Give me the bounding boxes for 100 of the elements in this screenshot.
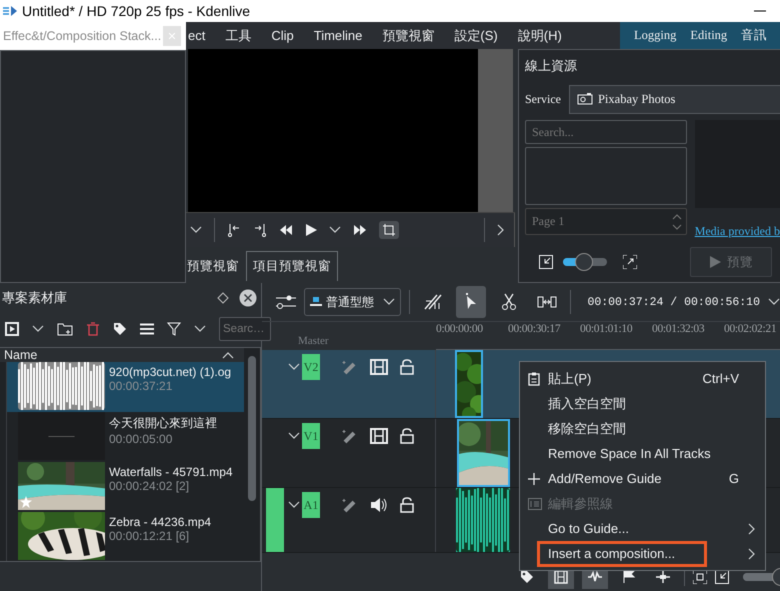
chevron-down-icon[interactable] bbox=[32, 325, 44, 333]
pointer-icon[interactable] bbox=[464, 293, 478, 311]
chevron-down-icon[interactable] bbox=[288, 501, 300, 509]
chevron-down-icon[interactable] bbox=[288, 432, 300, 440]
track-header[interactable]: V2 bbox=[262, 350, 436, 418]
bin-item[interactable]: Waterfalls - 45791.mp4 00:00:24:02 [2] bbox=[6, 462, 244, 512]
search-field[interactable]: Searc… bbox=[219, 317, 271, 341]
menu-item[interactable]: 移除空白空間 bbox=[520, 416, 765, 441]
chevron-down-icon[interactable] bbox=[194, 325, 206, 333]
track-target[interactable] bbox=[266, 488, 284, 552]
set-in-icon[interactable] bbox=[227, 223, 241, 237]
multitrack-cut-icon[interactable] bbox=[422, 293, 443, 311]
bin-item[interactable]: Zebra - 44236.mp4 00:00:12:21 [6] bbox=[6, 512, 244, 561]
close-icon[interactable] bbox=[239, 289, 257, 307]
monitor-tab[interactable]: 項目預覽視窗 bbox=[246, 251, 338, 281]
menu-item[interactable]: 插入空白空間 bbox=[520, 391, 765, 416]
chevron-down-icon[interactable] bbox=[190, 226, 202, 234]
camera-icon bbox=[576, 93, 593, 105]
menu-item[interactable]: Add/Remove Guide G bbox=[520, 466, 765, 491]
chevron-down-icon[interactable] bbox=[382, 298, 395, 306]
chevron-right-icon bbox=[748, 522, 755, 534]
service-dropdown[interactable]: Pixabay Photos bbox=[568, 84, 780, 114]
menu-item[interactable]: Go to Guide... bbox=[520, 516, 765, 541]
column-header[interactable]: Name bbox=[4, 348, 38, 362]
timecode: 00:00:37:24 / 00:00:56:10 bbox=[587, 296, 760, 308]
panel-title: Effec&t/Composition Stack... bbox=[3, 29, 162, 43]
monitor-tab[interactable]: 預覽視窗 bbox=[186, 251, 246, 281]
lock-icon[interactable] bbox=[400, 359, 414, 375]
chevron-down-icon[interactable] bbox=[329, 226, 341, 234]
menu-item[interactable]: Clip bbox=[261, 28, 304, 43]
track-header[interactable]: V1 bbox=[262, 419, 436, 487]
zoom-slider[interactable] bbox=[563, 253, 607, 271]
effects-wand-icon[interactable] bbox=[342, 497, 358, 513]
flag-icon bbox=[622, 570, 636, 584]
chevron-down-icon[interactable] bbox=[768, 298, 780, 306]
rewind-icon[interactable] bbox=[279, 224, 293, 236]
play-icon[interactable] bbox=[305, 224, 317, 236]
lock-icon[interactable] bbox=[400, 497, 414, 513]
bin-item[interactable]: 920(mp3cut.net) (1).og 00:00:37:21 bbox=[6, 362, 244, 412]
video-clip[interactable] bbox=[457, 419, 510, 487]
layout-tab[interactable]: Editing bbox=[690, 28, 728, 43]
effects-wand-icon[interactable] bbox=[342, 428, 358, 444]
menu-item[interactable]: 工具 bbox=[215, 26, 262, 44]
float-icon[interactable] bbox=[217, 292, 229, 304]
bin-item[interactable]: 今天很開心來到這裡 00:00:05:00 bbox=[6, 412, 244, 462]
scissors-icon[interactable] bbox=[500, 293, 518, 311]
scrollbar[interactable] bbox=[248, 356, 256, 501]
spacer-icon[interactable] bbox=[537, 296, 558, 308]
menu-item[interactable]: ect bbox=[186, 28, 216, 43]
menu-item[interactable]: Remove Space In All Tracks bbox=[520, 441, 765, 466]
effects-wand-icon[interactable] bbox=[342, 359, 358, 375]
menu-item[interactable]: Insert a composition... bbox=[520, 541, 765, 566]
layout-tab[interactable]: Logging bbox=[634, 28, 676, 43]
filter-icon[interactable] bbox=[167, 322, 181, 336]
marker-icon bbox=[655, 570, 671, 584]
clip-name: Waterfalls - 45791.mp4 bbox=[109, 465, 233, 479]
menu-item[interactable]: 貼上(P) Ctrl+V bbox=[520, 366, 765, 391]
audio-clip[interactable] bbox=[456, 488, 510, 552]
set-out-icon[interactable] bbox=[253, 223, 267, 237]
app-icon bbox=[2, 5, 18, 17]
clip-name: Zebra - 44236.mp4 bbox=[109, 515, 212, 529]
menu-item[interactable]: 預覽視窗 bbox=[372, 26, 444, 44]
page-spinbox[interactable]: Page 1 bbox=[525, 208, 687, 235]
track-name[interactable]: V1 bbox=[302, 423, 320, 449]
menu-item[interactable]: 說明(H) bbox=[508, 26, 572, 44]
speaker-icon[interactable] bbox=[370, 497, 388, 513]
track-name[interactable]: A1 bbox=[302, 492, 320, 518]
clip-duration: 00:00:37:21 bbox=[109, 379, 174, 393]
menu-item[interactable]: Timeline bbox=[304, 28, 372, 43]
clip-icon[interactable] bbox=[5, 322, 19, 336]
provider-link[interactable]: Media provided b bbox=[694, 224, 780, 239]
close-icon bbox=[169, 33, 176, 39]
selection-tool-button[interactable] bbox=[456, 286, 486, 318]
video-clip[interactable] bbox=[455, 350, 483, 418]
panel-title: 專案素材庫 bbox=[2, 289, 67, 307]
search-field[interactable]: Search... bbox=[525, 120, 687, 144]
clip-name: 920(mp3cut.net) (1).og bbox=[109, 365, 232, 379]
zoom-button[interactable] bbox=[379, 221, 399, 239]
add-folder-icon[interactable] bbox=[57, 322, 73, 336]
track-header[interactable]: A1 bbox=[262, 488, 436, 552]
track-settings-icon[interactable] bbox=[276, 294, 296, 310]
chevron-down-icon[interactable] bbox=[288, 363, 300, 371]
delete-icon[interactable] bbox=[86, 322, 100, 336]
sort-icon[interactable] bbox=[222, 351, 234, 359]
clip-name: 今天很開心來到這裡 bbox=[109, 415, 217, 432]
fit-zoom-icon[interactable] bbox=[693, 570, 707, 584]
tag-icon[interactable] bbox=[113, 322, 127, 336]
waveform-icon bbox=[587, 571, 603, 583]
layout-tab[interactable]: 音訊 bbox=[741, 27, 768, 44]
menu-item[interactable]: 設定(S) bbox=[444, 26, 508, 44]
edit-mode-dropdown[interactable]: 普通型態 bbox=[304, 288, 401, 316]
zoom-out-icon[interactable] bbox=[539, 255, 553, 269]
fast-forward-icon[interactable] bbox=[353, 224, 367, 236]
track-name[interactable]: V2 bbox=[302, 354, 320, 380]
zoom-in-icon[interactable] bbox=[623, 255, 637, 269]
film-icon[interactable] bbox=[370, 428, 388, 444]
lock-icon[interactable] bbox=[400, 428, 414, 444]
panel-title: 線上資源 bbox=[525, 57, 577, 75]
menu-icon[interactable] bbox=[140, 323, 154, 335]
film-icon[interactable] bbox=[370, 359, 388, 375]
